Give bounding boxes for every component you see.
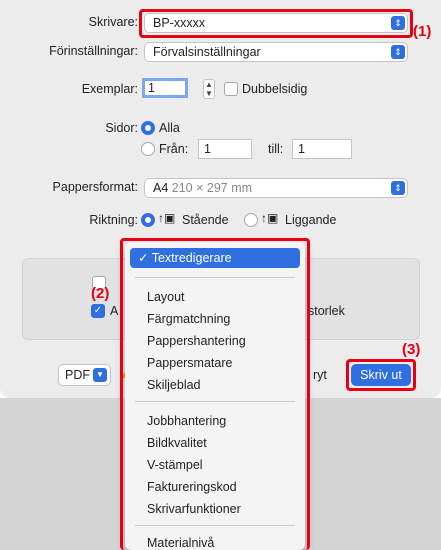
portrait-icon: ↑▣ [158,211,176,225]
pages-to-input[interactable]: 1 [292,139,352,159]
callout-box-3 [346,359,416,391]
callout-marker-3: (3) [402,341,421,358]
landscape-radio[interactable] [244,213,258,227]
portrait-label: Stående [182,213,229,227]
presets-label: Förinställningar: [49,44,138,58]
presets-select[interactable]: Förvalsinställningar ⇕ [144,42,408,62]
portrait-radio[interactable] [141,213,155,227]
copies-stepper[interactable]: ▲ ▼ [203,79,215,99]
pages-all-radio[interactable] [141,121,155,135]
panel-checkbox-lower[interactable]: ✓ [91,304,105,318]
footer-partial-right: ryt [313,368,327,382]
paper-size-dimensions: 210 × 297 mm [171,181,253,195]
chevron-updown-icon: ⇕ [391,181,405,195]
pages-all-label: Alla [159,121,180,135]
pdf-button[interactable]: PDF ▼ [58,364,111,386]
copies-label: Exemplar: [81,82,138,96]
chevron-down-icon: ▼ [93,368,107,382]
presets-value: Förvalsinställningar [153,45,261,59]
orientation-label: Riktning: [89,213,138,227]
callout-box-2 [120,238,310,550]
panel-partial-left: A [110,304,119,318]
pages-from-input[interactable]: 1 [198,139,252,159]
chevron-updown-icon: ⇕ [391,45,405,59]
panel-partial-right: storlek [308,304,345,318]
duplex-label: Dubbelsidig [242,82,308,96]
pages-from-radio[interactable] [141,142,155,156]
printer-label: Skrivare: [88,15,138,29]
landscape-icon: ↑▣ [261,211,279,225]
duplex-checkbox[interactable] [224,82,238,96]
callout-box-1 [139,9,413,38]
pdf-label: PDF [65,368,90,382]
callout-marker-2: (2) [91,285,110,302]
copies-input[interactable]: 1 [142,78,188,98]
pages-to-label: till: [268,142,284,156]
pages-label: Sidor: [105,121,138,135]
paper-size-label: Pappersformat: [52,180,138,194]
callout-marker-1: (1) [413,23,432,40]
paper-size-select[interactable]: A4 210 × 297 mm ⇕ [144,178,408,198]
pages-from-label: Från: [159,142,189,156]
paper-size-value: A4 [153,181,169,195]
landscape-label: Liggande [285,213,337,227]
